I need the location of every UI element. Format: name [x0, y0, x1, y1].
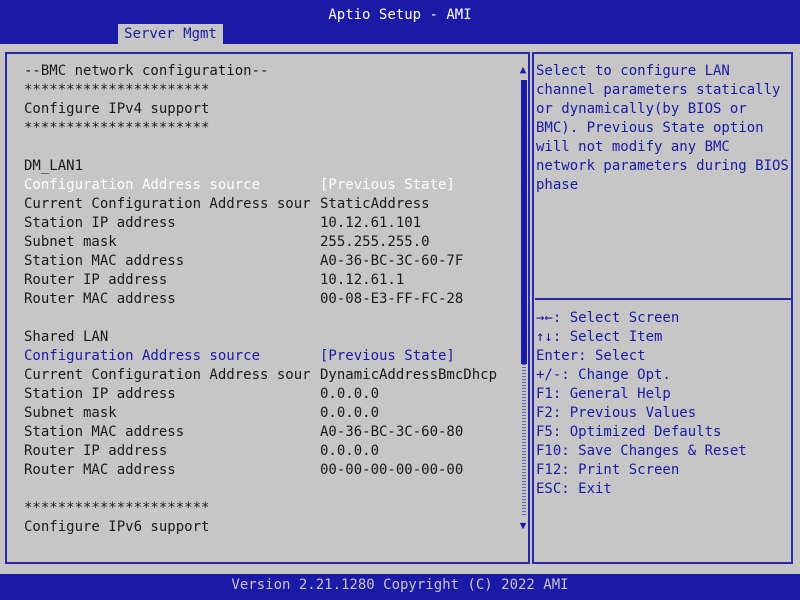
- help-text-line: network parameters during BIOS: [536, 158, 789, 174]
- setting-value[interactable]: [Previous State]: [320, 347, 455, 366]
- help-divider: [535, 298, 791, 300]
- app-title: Aptio Setup - AMI: [328, 7, 472, 23]
- info-router-ip-shared: Router IP address 0.0.0.0: [24, 443, 380, 459]
- setting-value[interactable]: [Previous State]: [320, 176, 455, 195]
- group-label-dm-lan1: DM_LAN1: [24, 158, 84, 174]
- info-subnet-mask-lan1: Subnet mask 255.255.255.0: [24, 234, 430, 250]
- key-hint-save-reset: F10: Save Changes & Reset: [536, 443, 747, 459]
- section-heading-ipv6[interactable]: Configure IPv6 support: [24, 518, 209, 537]
- scroll-thumb[interactable]: [521, 80, 527, 364]
- help-text-line: channel parameters statically: [536, 82, 781, 98]
- tab-server-mgmt[interactable]: Server Mgmt: [118, 24, 223, 44]
- help-text-line: Select to configure LAN: [536, 63, 730, 79]
- key-hint-optimized-defaults: F5: Optimized Defaults: [536, 424, 722, 440]
- info-station-ip-lan1: Station IP address 10.12.61.101: [24, 215, 422, 231]
- key-hint-print-screen: F12: Print Screen: [536, 462, 680, 478]
- info-station-mac-shared: Station MAC address A0-36-BC-3C-60-80: [24, 424, 464, 440]
- group-label-shared-lan: Shared LAN: [24, 329, 109, 345]
- key-hint-previous-values: F2: Previous Values: [536, 405, 697, 421]
- help-text-line: BMC). Previous State option: [536, 120, 764, 136]
- help-text-line: will not modify any BMC: [536, 139, 730, 155]
- separator-stars: **********************: [24, 120, 210, 136]
- info-router-mac-shared: Router MAC address 00-00-00-00-00-00: [24, 462, 464, 478]
- key-hint-select-screen: →←: Select Screen: [536, 310, 680, 326]
- footer-version: Version 2.21.1280 Copyright (C) 2022 AMI: [0, 574, 800, 600]
- key-hint-select-item: ↑↓: Select Item: [536, 329, 663, 345]
- info-station-ip-shared: Station IP address 0.0.0.0: [24, 386, 380, 402]
- info-router-mac-lan1: Router MAC address 00-08-E3-FF-FC-28: [24, 291, 464, 307]
- separator-stars: **********************: [24, 82, 210, 98]
- setting-config-address-source-lan1[interactable]: Configuration Address source [Previous S…: [24, 176, 455, 195]
- info-router-ip-lan1: Router IP address 10.12.61.1: [24, 272, 405, 288]
- key-hint-general-help: F1: General Help: [536, 386, 671, 402]
- scroll-up-arrow-icon[interactable]: ▲: [518, 64, 528, 76]
- section-heading-ipv4: Configure IPv4 support: [24, 101, 210, 117]
- info-current-config-address-lan1: Current Configuration Address sour Stati…: [24, 196, 430, 212]
- section-heading-bmc-network: --BMC network configuration--: [24, 63, 269, 79]
- info-station-mac-lan1: Station MAC address A0-36-BC-3C-60-7F: [24, 253, 464, 269]
- info-subnet-mask-shared: Subnet mask 0.0.0.0: [24, 405, 380, 421]
- scroll-track-remainder: [522, 364, 526, 516]
- help-text-line: phase: [536, 177, 579, 193]
- separator-stars: **********************: [24, 500, 210, 516]
- key-hint-enter: Enter: Select: [536, 348, 646, 364]
- scroll-down-arrow-icon[interactable]: ▼: [518, 520, 528, 532]
- key-hint-change-opt: +/-: Change Opt.: [536, 367, 671, 383]
- title-bar: Aptio Setup - AMI Server Mgmt: [0, 0, 800, 44]
- setting-config-address-source-shared[interactable]: Configuration Address source [Previous S…: [24, 347, 455, 366]
- help-text-line: or dynamically(by BIOS or: [536, 101, 747, 117]
- key-hint-exit: ESC: Exit: [536, 481, 612, 497]
- info-current-config-address-shared: Current Configuration Address sour Dynam…: [24, 367, 498, 383]
